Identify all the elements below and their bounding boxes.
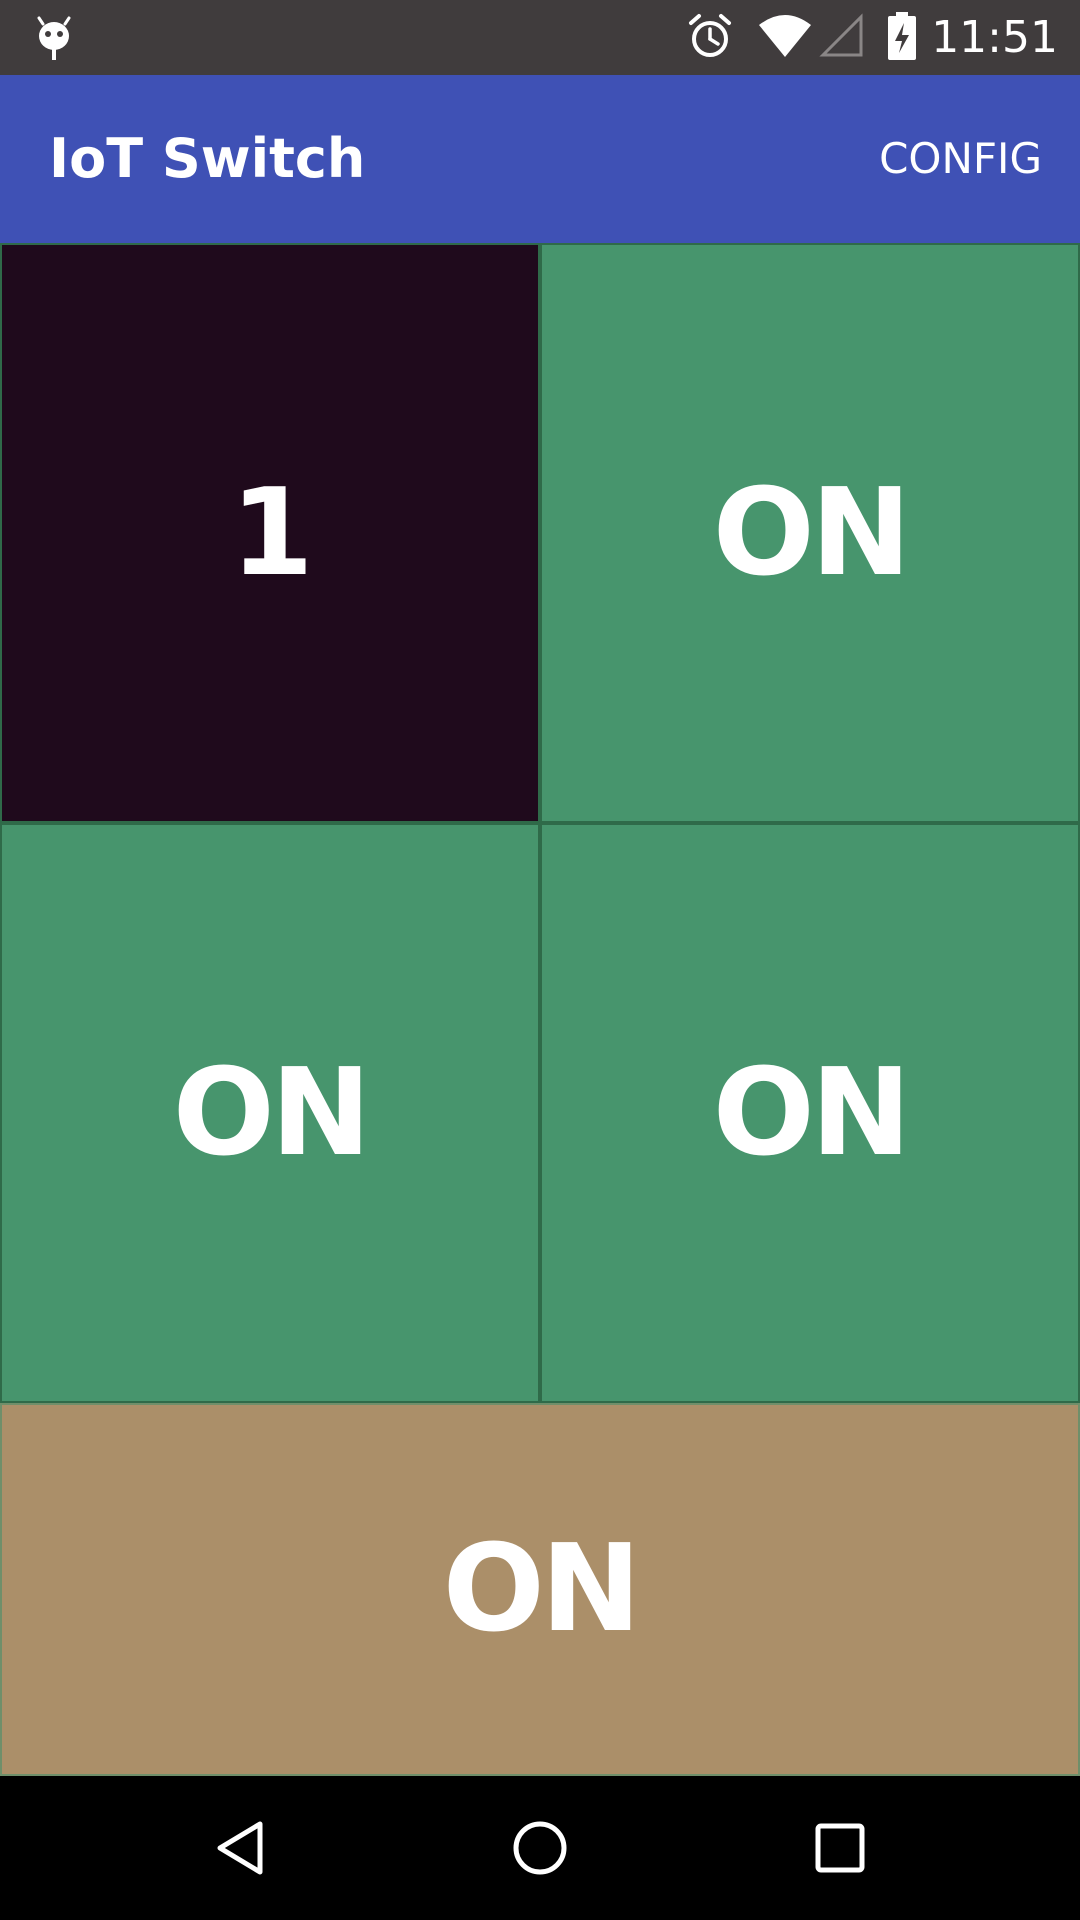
android-debug-icon <box>34 12 74 62</box>
wifi-icon <box>757 13 813 63</box>
recents-icon <box>815 1823 865 1873</box>
app-bar: IoT Switch CONFIG <box>0 75 1080 243</box>
alarm-icon <box>685 11 735 65</box>
switch-tile-3[interactable]: ON <box>0 823 540 1403</box>
status-bar: 11:51 <box>0 0 1080 75</box>
navigation-bar <box>0 1776 1080 1920</box>
switch-grid: 1 ON ON ON ON <box>0 243 1080 1776</box>
switch-tile-2[interactable]: ON <box>540 243 1080 823</box>
home-button[interactable] <box>440 1776 640 1920</box>
switch-tile-label: ON <box>442 1520 641 1659</box>
switch-tile-label: ON <box>172 1043 371 1183</box>
switch-tile-1[interactable]: 1 <box>0 243 540 823</box>
switch-tile-5[interactable]: ON <box>0 1403 1080 1776</box>
home-icon <box>513 1821 567 1875</box>
screen: 11:51 IoT Switch CONFIG 1 ON ON ON ON <box>0 0 1080 1920</box>
switch-tile-label: 1 <box>230 463 313 603</box>
app-title: IoT Switch <box>49 127 366 190</box>
switch-tile-label: ON <box>712 463 911 603</box>
back-icon <box>217 1821 263 1875</box>
recents-button[interactable] <box>740 1776 940 1920</box>
switch-tile-4[interactable]: ON <box>540 823 1080 1403</box>
config-button[interactable]: CONFIG <box>879 75 1042 243</box>
cell-signal-icon <box>819 12 865 63</box>
status-icons: 11:51 <box>685 0 1058 75</box>
back-button[interactable] <box>140 1776 340 1920</box>
switch-tile-label: ON <box>712 1043 911 1183</box>
status-time: 11:51 <box>931 12 1058 63</box>
battery-charging-icon <box>887 11 917 65</box>
